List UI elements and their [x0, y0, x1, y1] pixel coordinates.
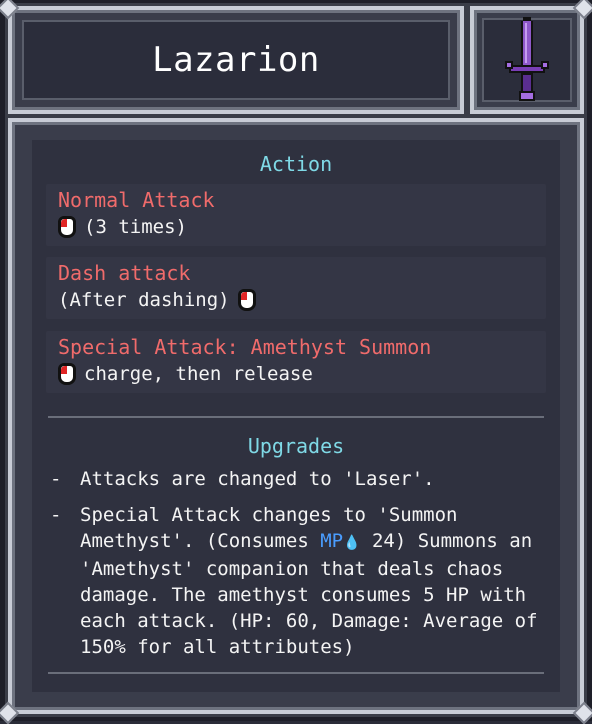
action-heading: Action — [259, 152, 333, 176]
icon-frame — [470, 6, 584, 114]
section-divider-bottom — [48, 672, 544, 674]
bullet: - — [50, 468, 62, 490]
left-click-icon — [237, 289, 256, 311]
title-frame: Lazarion — [8, 6, 464, 114]
special-attack-desc: charge, then release — [84, 363, 313, 385]
dash-attack-desc: (After dashing) — [58, 289, 230, 311]
weapon-name: Lazarion — [152, 40, 320, 80]
left-click-icon — [58, 363, 76, 385]
special-attack-body: charge, then release — [58, 363, 313, 385]
details-content: Action Normal Attack (3 times) Dash atta… — [32, 140, 560, 692]
normal-attack-title: Normal Attack — [58, 188, 215, 212]
special-attack-card: Special Attack: Amethyst Summon charge, … — [46, 331, 546, 393]
special-attack-title: Special Attack: Amethyst Summon — [58, 335, 432, 359]
mp-label: MP — [320, 530, 344, 552]
item-tooltip: Lazarion Action Normal Attack (3 times) … — [0, 0, 592, 724]
upgrade-item: - Special Attack changes to 'Summon Amet… — [50, 502, 538, 660]
dash-attack-body: (After dashing) — [58, 289, 256, 311]
upgrade-item: - Attacks are changed to 'Laser'. — [50, 466, 538, 492]
dash-attack-title: Dash attack — [58, 261, 191, 285]
mana-drop-icon: 💧 — [343, 535, 361, 551]
title-panel: Lazarion — [22, 20, 450, 100]
upgrade-text-2: Special Attack changes to 'Summon Amethy… — [80, 502, 538, 660]
section-divider — [48, 416, 544, 418]
details-panel: Action Normal Attack (3 times) Dash atta… — [8, 118, 584, 714]
upgrades-heading: Upgrades — [247, 434, 345, 458]
dash-attack-card: Dash attack (After dashing) — [46, 257, 546, 319]
amethyst-sword-icon — [482, 17, 572, 102]
normal-attack-card: Normal Attack (3 times) — [46, 184, 546, 246]
normal-attack-desc: (3 times) — [84, 216, 187, 238]
upgrade-text-1: Attacks are changed to 'Laser'. — [80, 468, 435, 490]
bullet: - — [50, 504, 62, 526]
normal-attack-body: (3 times) — [58, 216, 187, 238]
left-click-icon — [58, 216, 76, 238]
